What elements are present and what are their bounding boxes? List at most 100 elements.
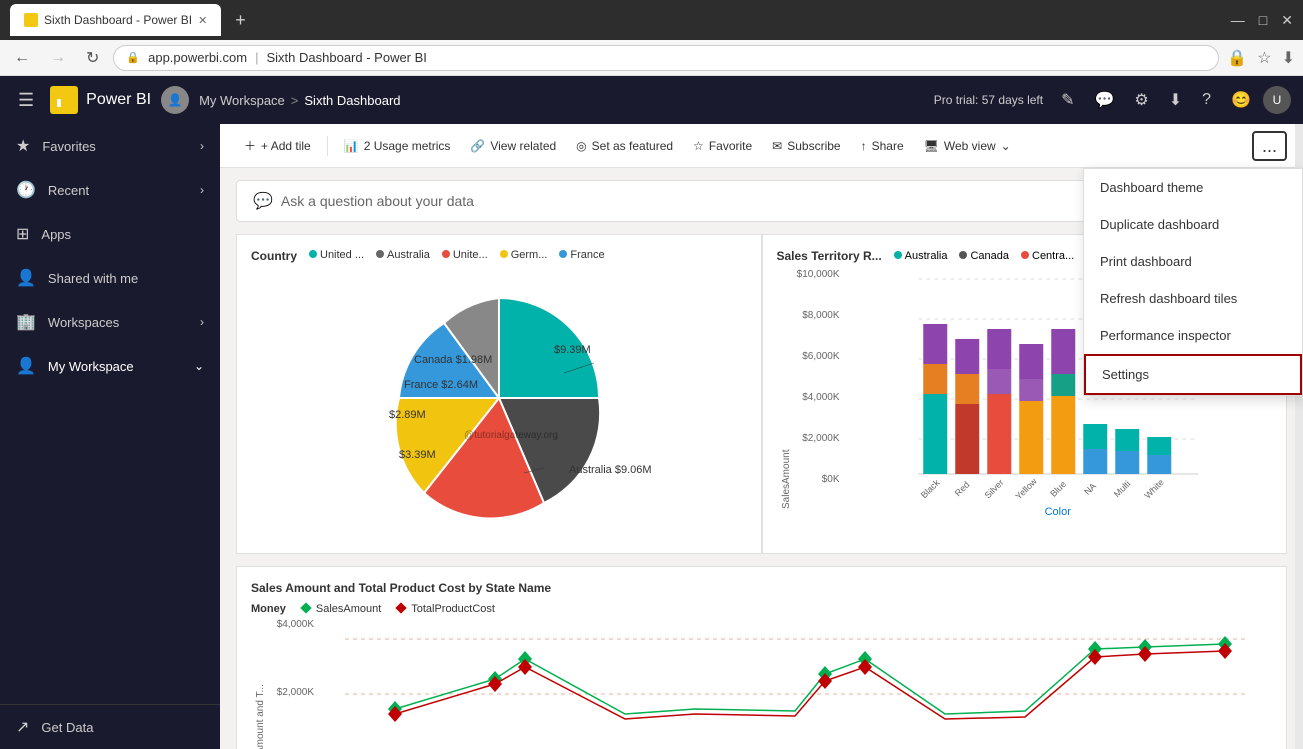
dropdown-settings[interactable]: Settings [1084,354,1302,395]
url-bar[interactable]: 🔒 app.powerbi.com | Sixth Dashboard - Po… [113,45,1219,71]
breadcrumb: My Workspace > Sixth Dashboard [199,93,924,108]
dropdown-dashboard-theme[interactable]: Dashboard theme [1084,169,1302,206]
svg-text:Yellow: Yellow [1013,476,1039,502]
svg-text:Australia $9.06M: Australia $9.06M [569,464,652,476]
top-actions: ✎ 💬 ⚙ ⬇ ? 😊 U [1053,84,1291,116]
user-avatar-topbar[interactable]: 👤 [161,86,189,114]
address-bar-actions: 🔒 ☆ ⬇ [1227,48,1295,68]
usage-metrics-button[interactable]: 📊 2 Usage metrics [336,134,459,158]
dropdown-duplicate[interactable]: Duplicate dashboard [1084,206,1302,243]
question-placeholder: Ask a question about your data [281,193,474,209]
web-view-label: Web view [944,139,996,153]
favorite-button[interactable]: ☆ Favorite [685,134,760,158]
set-featured-button[interactable]: ◎ Set as featured [568,134,681,158]
view-related-button[interactable]: 🔗 View related [462,134,564,158]
tab-close-button[interactable]: ✕ [198,14,207,27]
sidebar-label-apps: Apps [41,227,71,242]
breadcrumb-current: Sixth Dashboard [304,93,400,108]
line-chart-svg [318,619,1272,749]
webview-chevron: ⌄ [1001,139,1011,153]
comment-button[interactable]: 💬 [1087,84,1123,116]
add-tile-label: + Add tile [261,139,311,153]
maximize-button[interactable]: □ [1259,12,1267,29]
bar-legend-0: Australia [894,250,948,262]
svg-text:Black: Black [918,477,941,500]
url-separator: | [255,50,258,65]
sidebar-item-shared[interactable]: 👤 Shared with me [0,256,220,300]
myworkspace-icon: 👤 [16,356,36,376]
bar-y-labels: $10,000K $8,000K $6,000K $4,000K $2,000K… [796,269,844,509]
myworkspace-chevron: ⌄ [194,359,204,373]
more-options-button[interactable]: ... [1252,131,1287,161]
legend-item-4: France [559,249,604,263]
download-button[interactable]: ⬇ [1161,84,1190,116]
feedback-button[interactable]: 😊 [1223,84,1259,116]
add-tile-button[interactable]: ＋ + Add tile [236,132,319,159]
back-button[interactable]: ← [8,47,36,69]
bookmark-icon[interactable]: 🔒 [1227,48,1247,68]
dropdown-refresh[interactable]: Refresh dashboard tiles [1084,280,1302,317]
content-area: ＋ + Add tile 📊 2 Usage metrics 🔗 View re… [220,124,1303,749]
breadcrumb-separator: > [291,93,299,108]
breadcrumb-workspace[interactable]: My Workspace [199,93,285,108]
sidebar-bottom: ↗ Get Data [0,704,220,749]
favorites-icon: ★ [16,136,30,156]
shared-icon: 👤 [16,268,36,288]
sidebar-label-shared: Shared with me [48,271,138,286]
legend-money-label: Money [251,603,286,615]
lock-icon: 🔒 [126,51,140,64]
dropdown-performance[interactable]: Performance inspector [1084,317,1302,354]
browser-tab[interactable]: Sixth Dashboard - Power BI ✕ [10,4,221,36]
power-bi-logo: Power BI [50,86,151,114]
line-chart-card: Sales Amount and Total Product Cost by S… [236,566,1287,749]
web-view-button[interactable]: 🖥 Web view ⌄ [916,134,1019,158]
legend-sales-amount: SalesAmount [302,603,382,615]
svg-text:Blue: Blue [1048,479,1068,499]
share-icon: ↑ [861,139,867,153]
svg-text:Silver: Silver [982,477,1005,500]
forward-button[interactable]: → [44,47,72,69]
sidebar-item-apps[interactable]: ⊞ Apps [0,212,220,256]
new-tab-button[interactable]: + [229,10,252,31]
featured-icon: ◎ [576,139,586,153]
refresh-button[interactable]: ↻ [80,46,105,70]
dropdown-menu: Dashboard theme Duplicate dashboard Prin… [1083,168,1303,396]
sidebar-item-recent[interactable]: 🕐 Recent › [0,168,220,212]
share-button[interactable]: ↑ Share [853,134,912,158]
dropdown-print[interactable]: Print dashboard [1084,243,1302,280]
star-icon[interactable]: ☆ [1257,48,1271,68]
sidebar-item-myworkspace[interactable]: 👤 My Workspace ⌄ [0,344,220,388]
hamburger-menu[interactable]: ☰ [12,86,40,115]
minimize-button[interactable]: — [1231,12,1245,29]
svg-text:France $2.64M: France $2.64M [404,379,478,391]
sidebar-item-workspaces[interactable]: 🏢 Workspaces › [0,300,220,344]
star-toolbar-icon: ☆ [693,139,704,153]
sidebar-item-getdata[interactable]: ↗ Get Data [0,705,220,749]
webview-icon: 🖥 [924,139,939,153]
recent-chevron: › [200,183,204,197]
close-button[interactable]: ✕ [1281,12,1293,29]
bar-y-axis-label: SalesAmount [777,269,796,509]
workspaces-icon: 🏢 [16,312,36,332]
subscribe-button[interactable]: ✉ Subscribe [764,134,848,158]
top-bar: ☰ Power BI 👤 My Workspace > Sixth Dashbo… [0,76,1303,124]
pie-chart-svg: $9.39M Australia $9.06M $3.39M $2.89M Fr… [324,273,674,523]
legend-total-cost: TotalProductCost [397,603,495,615]
set-featured-label: Set as featured [592,139,673,153]
line-chart-title: Sales Amount and Total Product Cost by S… [251,581,1272,595]
edit-button[interactable]: ✎ [1053,84,1082,116]
settings-button[interactable]: ⚙ [1126,84,1156,116]
sidebar-item-favorites[interactable]: ★ Favorites › [0,124,220,168]
bar-legend-2: Centra... [1021,250,1074,262]
question-icon: 💬 [253,191,273,211]
sidebar-label-myworkspace: My Workspace [48,359,134,374]
pie-legend: Country United ... Australia Unite... Ge… [251,249,747,263]
address-bar: ← → ↻ 🔒 app.powerbi.com | Sixth Dashboar… [0,40,1303,76]
trial-badge: Pro trial: 57 days left [934,93,1043,107]
app-container: ☰ Power BI 👤 My Workspace > Sixth Dashbo… [0,76,1303,749]
download-icon[interactable]: ⬇ [1282,48,1295,68]
help-button[interactable]: ? [1194,85,1219,115]
svg-text:Canada $1.98M: Canada $1.98M [414,354,492,366]
user-avatar-menu[interactable]: U [1263,86,1291,114]
url-domain: app.powerbi.com [148,50,247,65]
